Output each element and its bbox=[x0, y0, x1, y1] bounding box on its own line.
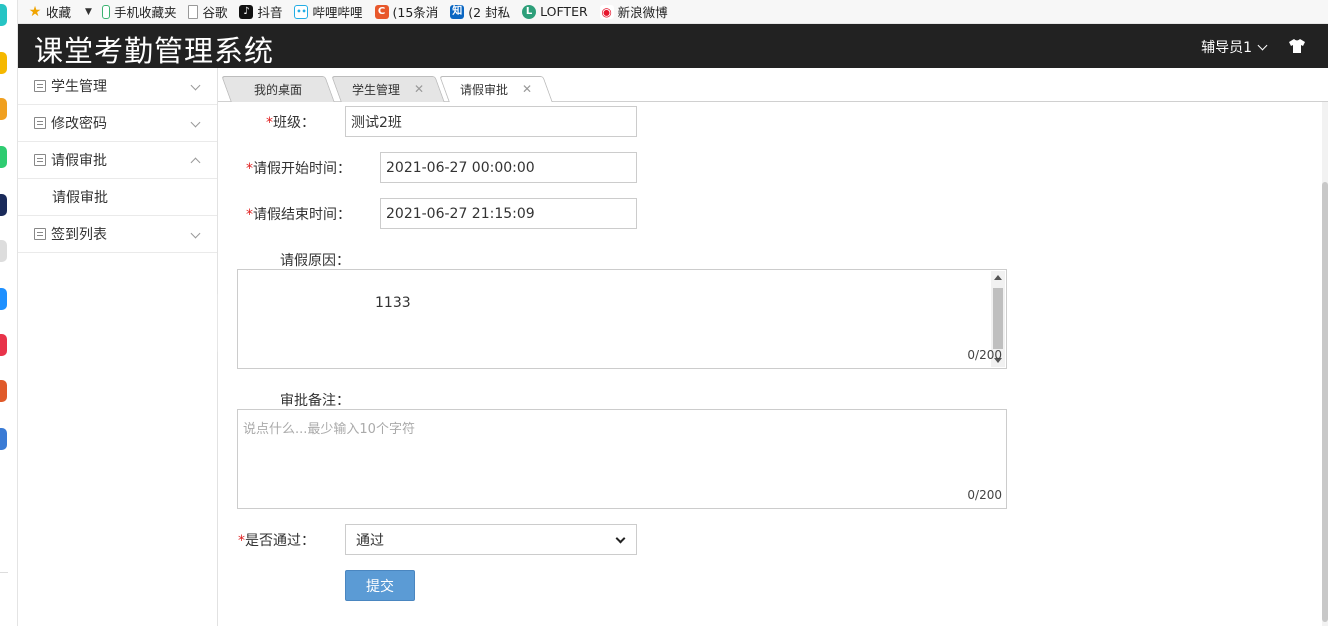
bookmark-item[interactable]: 手机收藏夹 bbox=[101, 2, 176, 21]
app-shortcut-icon[interactable] bbox=[0, 4, 7, 26]
start-time-field[interactable]: 2021-06-27 00:00:00 bbox=[380, 152, 637, 183]
douyin-icon: ♪ bbox=[239, 4, 254, 19]
reason-label: 请假原因： bbox=[280, 253, 350, 269]
tab-desktop[interactable]: 我的桌面 bbox=[221, 76, 335, 102]
leave-approval-form: *班级： 测试2班 *请假开始时间： 2021-06-27 00:00:00 *… bbox=[218, 102, 1328, 626]
bookmark-item[interactable]: L LOFTER bbox=[522, 4, 588, 19]
lofter-icon: L bbox=[522, 4, 537, 19]
class-label: *班级： bbox=[266, 115, 315, 131]
sidebar-item-change-password[interactable]: 修改密码 bbox=[18, 105, 217, 142]
sidebar-item-label: 请假审批 bbox=[51, 153, 107, 169]
reason-textarea[interactable]: 1133 0/200 bbox=[237, 269, 1007, 369]
zhihu-icon: 知 bbox=[450, 4, 465, 19]
submit-button[interactable]: 提交 bbox=[345, 570, 415, 601]
app-shortcut-icon[interactable] bbox=[0, 380, 7, 402]
remark-char-counter: 0/200 bbox=[967, 488, 1002, 502]
star-icon: ★ bbox=[28, 3, 42, 20]
close-icon[interactable]: ✕ bbox=[414, 82, 424, 96]
bookmark-item[interactable]: 谷歌 bbox=[188, 2, 227, 21]
sidebar-item-sign-in-list[interactable]: 签到列表 bbox=[18, 216, 217, 253]
app-shortcut-icon[interactable] bbox=[0, 334, 7, 356]
list-icon bbox=[34, 80, 46, 92]
bookmark-item[interactable]: ◉ 新浪微博 bbox=[599, 2, 668, 21]
tab-student-management[interactable]: 学生管理 ✕ bbox=[331, 76, 445, 102]
end-time-field[interactable]: 2021-06-27 21:15:09 bbox=[380, 198, 637, 229]
end-time-label: *请假结束时间： bbox=[246, 207, 351, 223]
chevron-down-icon bbox=[615, 533, 626, 544]
app-shortcut-icon[interactable] bbox=[0, 240, 7, 262]
remark-textarea[interactable]: 说点什么...最少输入10个字符 0/200 bbox=[237, 409, 1007, 509]
approve-select[interactable]: 通过 bbox=[345, 524, 637, 555]
phone-icon bbox=[101, 4, 110, 19]
bookmark-item[interactable]: •• 哔哩哔哩 bbox=[294, 2, 363, 21]
bookmark-item[interactable]: 知 (2 封私 bbox=[450, 2, 510, 21]
tab-bar: 我的桌面 学生管理 ✕ 请假审批 ✕ bbox=[218, 68, 1328, 102]
app-shortcut-icon[interactable] bbox=[0, 98, 7, 120]
dropdown-arrow-icon[interactable]: ▼ bbox=[85, 7, 92, 17]
remark-label: 审批备注： bbox=[280, 393, 350, 409]
list-icon bbox=[34, 228, 46, 240]
bookmark-item[interactable]: C (15条消 bbox=[374, 2, 438, 21]
chevron-up-icon bbox=[190, 157, 201, 168]
bookmarks-bar: ★ 收藏 ▼ 手机收藏夹 谷歌 ♪ 抖音 •• 哔哩哔哩 C (15条消 知 (… bbox=[18, 0, 1328, 24]
approve-selected-value: 通过 bbox=[356, 532, 384, 549]
scroll-up-icon[interactable] bbox=[994, 275, 1002, 280]
csdn-icon: C bbox=[374, 4, 389, 19]
list-icon bbox=[34, 117, 46, 129]
username: 辅导员1 bbox=[1201, 40, 1252, 56]
sidebar-item-label: 签到列表 bbox=[51, 227, 107, 243]
chevron-down-icon bbox=[190, 80, 201, 91]
app-header: 课堂考勤管理系统 辅导员1 bbox=[18, 24, 1328, 68]
sidebar-subitem-leave-approval[interactable]: 请假审批 bbox=[18, 179, 217, 216]
page-scrollbar[interactable] bbox=[1322, 102, 1328, 626]
theme-shirt-icon[interactable] bbox=[1288, 38, 1306, 54]
tab-leave-approval[interactable]: 请假审批 ✕ bbox=[439, 76, 553, 102]
approve-label: *是否通过： bbox=[238, 533, 315, 549]
app-shortcut-icon[interactable] bbox=[0, 288, 7, 310]
page-icon bbox=[188, 4, 199, 19]
sidebar-item-label: 学生管理 bbox=[51, 79, 107, 95]
reason-char-counter: 0/200 bbox=[967, 348, 1002, 362]
weibo-icon: ◉ bbox=[599, 4, 614, 19]
scroll-thumb[interactable] bbox=[993, 288, 1003, 349]
close-icon[interactable]: ✕ bbox=[522, 82, 532, 96]
chevron-down-icon bbox=[190, 228, 201, 239]
app-shortcut-icon[interactable] bbox=[0, 52, 7, 74]
app-title: 课堂考勤管理系统 bbox=[34, 34, 275, 68]
remark-placeholder: 说点什么...最少输入10个字符 bbox=[243, 422, 415, 437]
app-shortcut-icon[interactable] bbox=[0, 194, 7, 216]
sidebar: 学生管理 修改密码 请假审批 请假审批 签到列表 bbox=[18, 68, 218, 626]
app-shortcut-icon[interactable] bbox=[0, 428, 7, 450]
bookmark-item[interactable]: ♪ 抖音 bbox=[239, 2, 282, 21]
user-menu[interactable]: 辅导员1 bbox=[1201, 37, 1268, 57]
scroll-thumb[interactable] bbox=[1322, 182, 1328, 622]
browser-side-strip bbox=[0, 0, 18, 626]
divider bbox=[0, 572, 8, 573]
list-icon bbox=[34, 154, 46, 166]
chevron-down-icon bbox=[1257, 40, 1268, 50]
start-time-label: *请假开始时间： bbox=[246, 161, 351, 177]
chevron-down-icon bbox=[190, 117, 201, 128]
sidebar-item-label: 修改密码 bbox=[51, 116, 107, 132]
bookmark-favorites[interactable]: ★ 收藏 bbox=[28, 2, 71, 21]
sidebar-item-student-management[interactable]: 学生管理 bbox=[18, 68, 217, 105]
class-field[interactable]: 测试2班 bbox=[345, 106, 637, 137]
app-shortcut-icon[interactable] bbox=[0, 146, 7, 168]
sidebar-item-leave-approval[interactable]: 请假审批 bbox=[18, 142, 217, 179]
reason-text: 1133 bbox=[375, 295, 411, 311]
bilibili-icon: •• bbox=[294, 4, 309, 19]
